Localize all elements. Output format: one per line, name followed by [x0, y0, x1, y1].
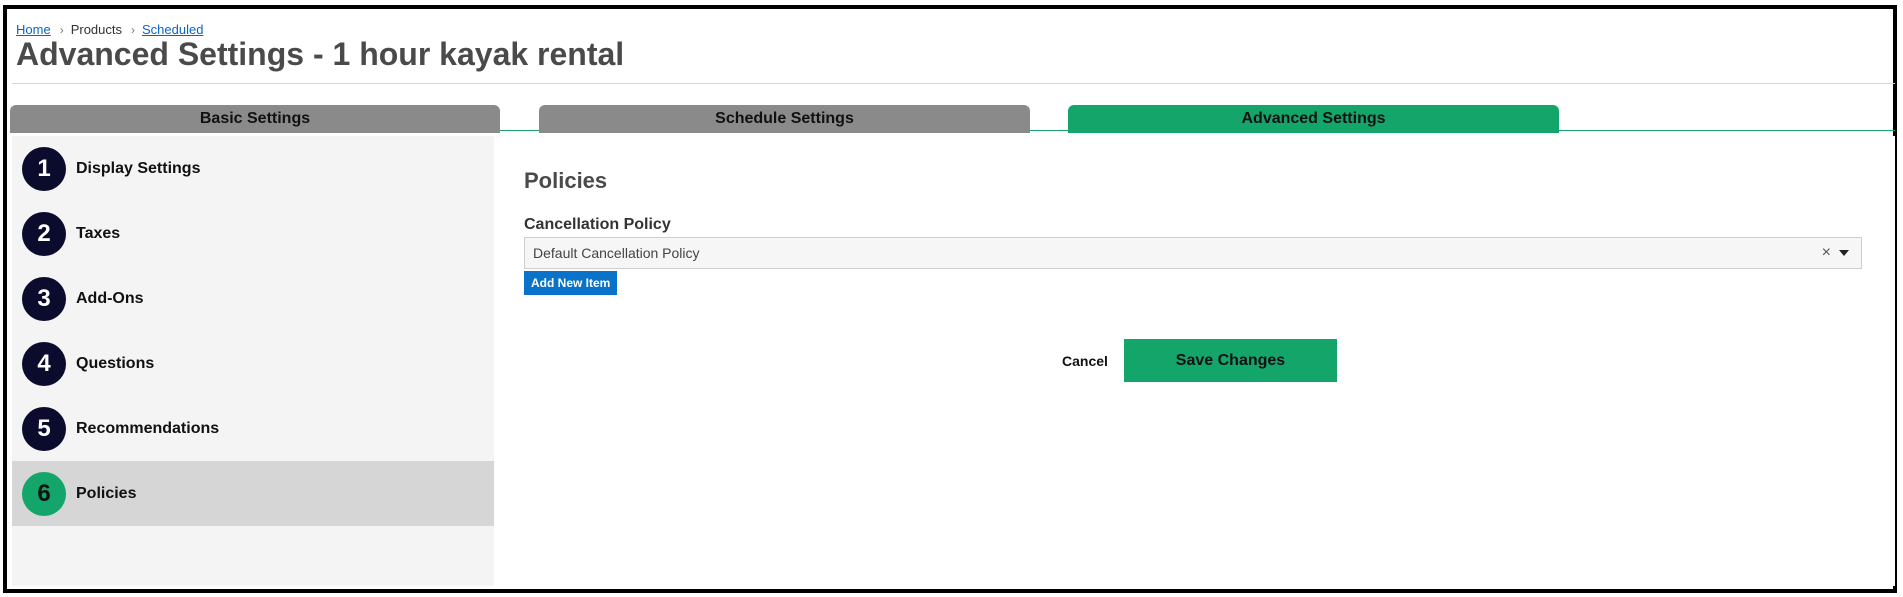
step-taxes[interactable]: 2 Taxes [12, 201, 494, 266]
tab-basic-settings[interactable]: Basic Settings [10, 105, 500, 133]
step-number-badge: 2 [22, 211, 66, 256]
breadcrumb-scheduled-link[interactable]: Scheduled [142, 22, 203, 37]
chevron-down-icon[interactable] [1839, 250, 1849, 256]
tab-schedule-settings[interactable]: Schedule Settings [539, 105, 1030, 133]
step-number-badge: 5 [22, 406, 66, 451]
breadcrumb-home-link[interactable]: Home [16, 22, 51, 37]
tab-advanced-settings[interactable]: Advanced Settings [1068, 105, 1559, 133]
page-title: Advanced Settings - 1 hour kayak rental [16, 36, 625, 72]
add-new-item-button[interactable]: Add New Item [524, 271, 618, 295]
cancellation-policy-select[interactable]: Default Cancellation Policy × [524, 237, 1862, 269]
step-add-ons[interactable]: 3 Add-Ons [12, 266, 494, 331]
cancellation-policy-value: Default Cancellation Policy [533, 245, 700, 261]
step-label: Display Settings [76, 159, 201, 177]
step-label: Recommendations [76, 419, 220, 437]
breadcrumb-products: Products [70, 22, 122, 37]
step-number-badge: 4 [22, 341, 66, 386]
clear-icon[interactable]: × [1822, 244, 1831, 262]
chevron-right-icon: › [131, 22, 135, 37]
cancellation-policy-label: Cancellation Policy [524, 216, 671, 233]
step-questions[interactable]: 4 Questions [12, 331, 494, 396]
step-label: Questions [76, 354, 155, 372]
header-divider [12, 83, 1895, 84]
section-title: Policies [524, 168, 608, 193]
save-changes-button[interactable]: Save Changes [1124, 339, 1337, 382]
breadcrumb: Home › Products › Scheduled [16, 22, 203, 37]
chevron-right-icon: › [59, 22, 64, 37]
step-number-badge: 3 [22, 276, 66, 321]
cancel-button[interactable]: Cancel [1062, 353, 1108, 369]
step-recommendations[interactable]: 5 Recommendations [12, 396, 494, 461]
step-label: Taxes [76, 224, 121, 242]
step-label: Add-Ons [76, 289, 144, 307]
step-policies[interactable]: 6 Policies [12, 461, 494, 526]
step-number-badge: 6 [22, 471, 66, 516]
step-label: Policies [76, 484, 137, 502]
policies-panel: Policies Cancellation Policy Default Can… [494, 136, 1895, 586]
step-number-badge: 1 [22, 146, 66, 191]
step-display-settings[interactable]: 1 Display Settings [12, 136, 494, 201]
steps-sidebar: 1 Display Settings 2 Taxes 3 Add-Ons 4 Q… [12, 136, 494, 586]
